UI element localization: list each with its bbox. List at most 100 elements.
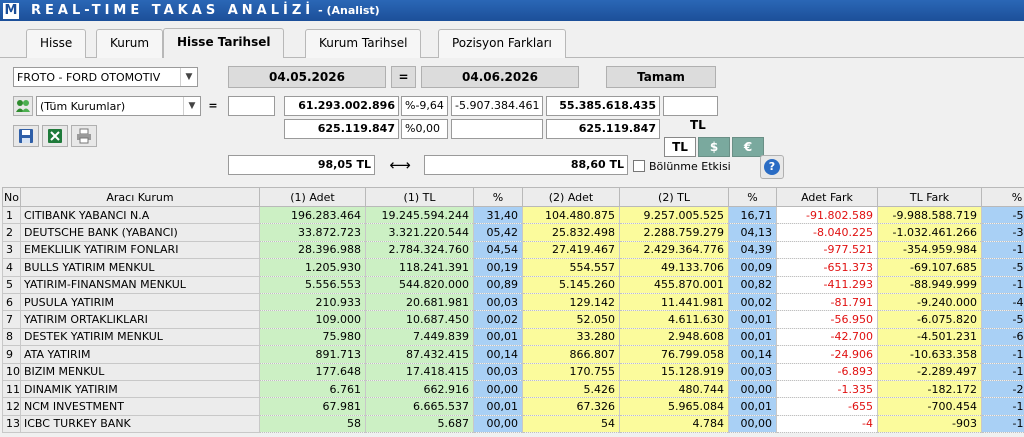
cell-qty2[interactable]: 104.480.875 (522, 206, 620, 225)
cell-pct-diff[interactable]: -12,16 (981, 345, 1024, 364)
cell-pct1[interactable]: 00,01 (473, 397, 523, 416)
tab-kurum[interactable]: Kurum (96, 29, 164, 58)
cell-qty1[interactable]: 177.648 (259, 363, 366, 381)
cell-tl-diff[interactable]: -182.172 (877, 380, 982, 399)
cell-qty2[interactable]: 54 (522, 415, 620, 434)
cell-pct2[interactable]: 00,01 (728, 328, 777, 347)
print-icon[interactable] (71, 125, 97, 147)
cell-pct-diff[interactable]: -44,68 (981, 293, 1024, 312)
users-icon[interactable] (13, 96, 33, 116)
cell-tl2[interactable]: 49.133.706 (619, 258, 729, 277)
cell-no[interactable]: 1 (2, 205, 21, 225)
cell-tl1[interactable]: 20.681.981 (365, 293, 474, 312)
cell-tl2[interactable]: 2.948.608 (619, 328, 729, 347)
cell-no[interactable]: 11 (2, 379, 21, 399)
table-row[interactable]: 11 DINAMIK YATIRIM 6.761 662.916 00,00 5.426 4… (2, 379, 1024, 399)
cell-tl-diff[interactable]: -9.988.588.719 (877, 206, 982, 225)
cell-no[interactable]: 12 (2, 397, 21, 416)
cell-qty-diff[interactable]: -56.950 (776, 310, 878, 329)
save-icon[interactable] (13, 125, 39, 147)
cell-pct-diff[interactable]: -16,33 (981, 276, 1024, 294)
cell-qty1[interactable]: 33.872.723 (259, 223, 366, 242)
cell-pct1[interactable]: 00,01 (473, 328, 523, 347)
cell-pct-diff[interactable]: -58,45 (981, 258, 1024, 277)
table-row[interactable]: 9 ATA YATIRIM 891.713 87.432.415 00,14 866.80… (2, 345, 1024, 364)
institution-select[interactable]: (Tüm Kurumlar) ▼ (36, 96, 201, 116)
col-header-qty2[interactable]: (2) Adet (522, 187, 620, 207)
cell-tl1[interactable]: 6.665.537 (365, 397, 474, 416)
col-header-pct-diff[interactable]: % (981, 187, 1024, 207)
cell-tl-diff[interactable]: -6.075.820 (877, 310, 982, 329)
table-row[interactable]: 4 BULLS YATIRIM MENKUL 1.205.930 118.241.39… (2, 258, 1024, 277)
cell-pct2[interactable]: 00,02 (728, 293, 777, 312)
cell-qty1[interactable]: 5.556.553 (259, 276, 366, 294)
cell-tl1[interactable]: 10.687.450 (365, 310, 474, 329)
cell-tl2[interactable]: 4.784 (619, 415, 729, 434)
tab-hisse-tarihsel[interactable]: Hisse Tarihsel (163, 28, 285, 58)
cell-qty1[interactable]: 891.713 (259, 345, 366, 364)
cell-broker[interactable]: ICBC TURKEY BANK (20, 414, 260, 434)
cell-pct2[interactable]: 00,01 (728, 310, 777, 329)
cell-qty1[interactable]: 58 (259, 415, 366, 434)
cell-broker[interactable]: CITIBANK YABANCI N.A (20, 205, 260, 225)
cell-pct2[interactable]: 00,09 (728, 258, 777, 277)
summary-blank-field[interactable] (228, 96, 275, 116)
cell-pct-diff[interactable]: -12,75 (981, 241, 1024, 260)
cell-qty2[interactable]: 33.280 (522, 328, 620, 347)
cell-qty-diff[interactable]: -977.521 (776, 241, 878, 260)
col-header-tl1[interactable]: (1) TL (365, 187, 474, 207)
cell-tl1[interactable]: 87.432.415 (365, 345, 474, 364)
cell-broker[interactable]: EMEKLILIK YATIRIM FONLARI (20, 240, 260, 260)
cell-no[interactable]: 7 (2, 310, 21, 329)
cell-no[interactable]: 9 (2, 345, 21, 364)
cell-broker[interactable]: DESTEK YATIRIM MENKUL (20, 327, 260, 347)
cell-qty1[interactable]: 196.283.464 (259, 206, 366, 225)
col-header-tl2[interactable]: (2) TL (619, 187, 729, 207)
cell-pct1[interactable]: 31,40 (473, 206, 523, 225)
col-header-pct1[interactable]: % (473, 187, 523, 207)
cell-tl-diff[interactable]: -69.107.685 (877, 258, 982, 277)
cell-qty2[interactable]: 866.807 (522, 345, 620, 364)
cell-broker[interactable]: ATA YATIRIM (20, 345, 260, 364)
cell-qty2[interactable]: 554.557 (522, 258, 620, 277)
currency-eur-button[interactable]: € (732, 137, 764, 157)
cell-qty-diff[interactable]: -81.791 (776, 293, 878, 312)
cell-tl-diff[interactable]: -1.032.461.266 (877, 223, 982, 242)
chevron-down-icon[interactable]: ▼ (180, 68, 197, 86)
cell-qty1[interactable]: 75.980 (259, 328, 366, 347)
cell-tl2[interactable]: 455.870.001 (619, 276, 729, 294)
cell-tl2[interactable]: 11.441.981 (619, 293, 729, 312)
col-header-qty1[interactable]: (1) Adet (259, 187, 366, 207)
cell-tl1[interactable]: 118.241.391 (365, 258, 474, 277)
help-icon[interactable]: ? (760, 155, 784, 179)
cell-pct1[interactable]: 00,03 (473, 363, 523, 381)
cell-qty-diff[interactable]: -24.906 (776, 345, 878, 364)
cell-tl-diff[interactable]: -10.633.358 (877, 345, 982, 364)
cell-qty2[interactable]: 67.326 (522, 397, 620, 416)
cell-pct-diff[interactable]: -27,48 (981, 380, 1024, 399)
table-row[interactable]: 13 ICBC TURKEY BANK 58 5.687 00,00 54 4.784 00,… (2, 414, 1024, 434)
table-row[interactable]: 5 YATIRIM-FINANSMAN MENKUL 5.556.553 544.82… (2, 275, 1024, 294)
tab-pozisyon-farklari[interactable]: Pozisyon Farkları (438, 29, 566, 58)
cell-tl2[interactable]: 9.257.005.525 (619, 206, 729, 225)
col-header-pct2[interactable]: % (728, 187, 777, 207)
cell-tl2[interactable]: 76.799.058 (619, 345, 729, 364)
cell-pct-diff[interactable]: -15,87 (981, 415, 1024, 434)
cell-pct2[interactable]: 16,71 (728, 206, 777, 225)
cell-qty-diff[interactable]: -411.293 (776, 276, 878, 294)
start-date-field[interactable]: 04.05.2026 (228, 66, 386, 88)
cell-pct2[interactable]: 04,39 (728, 241, 777, 260)
col-header-qty-diff[interactable]: Adet Fark (776, 187, 878, 207)
cell-tl-diff[interactable]: -700.454 (877, 397, 982, 416)
cell-qty2[interactable]: 52.050 (522, 310, 620, 329)
cell-pct2[interactable]: 00,14 (728, 345, 777, 364)
cell-no[interactable]: 6 (2, 292, 21, 312)
cell-broker[interactable]: YATIRIM-FINANSMAN MENKUL (20, 275, 260, 294)
cell-broker[interactable]: DINAMIK YATIRIM (20, 379, 260, 399)
cell-pct2[interactable]: 00,03 (728, 363, 777, 381)
cell-qty-diff[interactable]: -91.802.589 (776, 206, 878, 225)
cell-tl-diff[interactable]: -88.949.999 (877, 276, 982, 294)
cell-qty-diff[interactable]: -6.893 (776, 363, 878, 381)
cell-tl2[interactable]: 480.744 (619, 380, 729, 399)
cell-pct1[interactable]: 00,02 (473, 310, 523, 329)
